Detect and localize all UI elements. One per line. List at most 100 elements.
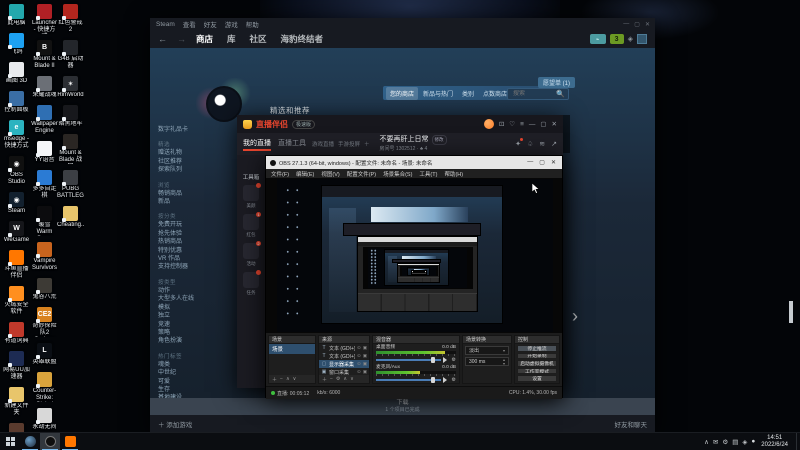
steam-nav-tab[interactable]: 社区 — [250, 33, 267, 45]
forward-arrow-button[interactable]: → — [177, 34, 186, 44]
desktop-icon[interactable]: 荣耀战魂 — [31, 76, 58, 99]
douyu-tab[interactable]: 我的直播 — [243, 138, 271, 151]
desktop-icon[interactable]: Vampire Survivors — [31, 242, 58, 272]
transition-select[interactable]: 淡出 ▾ — [465, 346, 509, 355]
desktop-icon[interactable]: 新建文件夹 — [3, 387, 30, 417]
desktop-icon[interactable]: Counter-Strike: Global Off.. — [31, 372, 58, 402]
douyu-tab[interactable]: 直播工具 — [278, 138, 306, 151]
window-control-button[interactable]: — — [623, 21, 629, 28]
favorite-icon[interactable]: ♡ — [509, 120, 515, 128]
obs-menu-item[interactable]: 场景集合(S) — [383, 170, 412, 178]
steam-download-bar[interactable]: 下载 1 个项目已完成 — [150, 398, 655, 415]
streamer-avatar[interactable] — [483, 119, 494, 129]
scene-item[interactable]: 场景 — [269, 344, 315, 354]
obs-control-button[interactable]: 停止推流 — [517, 345, 557, 352]
volume-slider[interactable] — [376, 356, 441, 363]
scenes-toolbar-button[interactable]: ∨ — [293, 376, 297, 382]
desktop-icon[interactable]: 多多自走棋 — [31, 170, 58, 200]
desktop-icon[interactable]: L 英雄联盟 — [31, 343, 58, 366]
window-control-button[interactable]: ▢ — [634, 21, 640, 28]
show-desktop-button[interactable] — [796, 432, 800, 450]
desktop-icon[interactable]: 飞鸽 — [3, 33, 30, 56]
obs-menu-item[interactable]: 文件(F) — [271, 170, 289, 178]
douyu-mode-chip[interactable]: 游戏直播 — [312, 140, 334, 148]
desktop-icon[interactable]: 火绒安全软件 — [3, 286, 30, 316]
toolbox-item-icon[interactable]: 2 — [243, 241, 261, 259]
visibility-eye-icon[interactable]: ⊙ — [357, 353, 361, 359]
tray-alert-icon[interactable]: ● — [751, 438, 755, 445]
douyu-mode-chip[interactable]: 手游投屏 — [338, 140, 360, 148]
desktop-icon[interactable]: PUBG BATTLEGR.. — [57, 170, 84, 200]
source-item[interactable]: T 文本 (GDI+) ⊙ ▣ — [319, 352, 369, 360]
desktop-icon[interactable]: e msedge - 快捷方式 — [3, 120, 30, 150]
window-control-button[interactable]: ✕ — [645, 21, 650, 28]
obs-control-button[interactable]: 开始录制 — [517, 352, 557, 360]
lock-icon[interactable]: ▣ — [363, 361, 367, 367]
add-game-button[interactable]: ＋ 添加游戏 — [158, 419, 192, 429]
lock-icon[interactable]: ▣ — [363, 345, 367, 351]
obs-menu-item[interactable]: 编辑(E) — [296, 170, 314, 178]
steam-nav-tab[interactable]: 库 — [227, 33, 236, 45]
danmu-icon[interactable]: ≋ — [539, 140, 545, 148]
big-picture-button[interactable]: ⌁ — [589, 34, 606, 44]
desktop-icon[interactable]: Mount & Blade 战团 — [57, 134, 84, 164]
desktop-icon[interactable]: YY语音 — [31, 141, 58, 164]
obs-control-button[interactable]: 启动虚拟摄像机 — [517, 360, 557, 367]
back-arrow-button[interactable]: ← — [158, 34, 167, 44]
desktop-icon[interactable]: Launcher - 快捷方式 — [31, 4, 58, 34]
desktop-icon[interactable]: B Mount & Blade II — [31, 40, 58, 70]
obs-preview-canvas[interactable] — [266, 178, 562, 333]
taskbar-app-obs[interactable] — [40, 432, 60, 450]
desktop-icon[interactable]: 控制面板 — [3, 91, 30, 114]
speaker-icon[interactable] — [442, 356, 450, 363]
desktop-icon[interactable]: Wallpaper Engine — [31, 105, 58, 135]
desktop-icon[interactable]: 此电脑 — [3, 4, 30, 27]
volume-slider[interactable] — [376, 376, 441, 383]
speaker-icon[interactable] — [442, 376, 450, 383]
toolbox-item-icon[interactable] — [243, 183, 261, 201]
channel-gear-icon[interactable]: ⚙ — [452, 377, 456, 383]
taskbar-app-douyu[interactable] — [60, 433, 80, 450]
sources-toolbar-button[interactable]: − — [330, 376, 333, 382]
lock-icon[interactable]: ▣ — [363, 369, 367, 375]
tray-icon[interactable]: ⚙ — [722, 438, 728, 446]
minimize-button[interactable]: — — [527, 159, 533, 166]
sources-toolbar-button[interactable]: ＋ — [322, 376, 327, 383]
toolbox-item-icon[interactable] — [243, 270, 261, 288]
steam-nav-tab[interactable]: 商店 — [196, 33, 213, 45]
start-button[interactable] — [0, 433, 20, 450]
scenes-toolbar-button[interactable]: ＋ — [272, 376, 277, 383]
transition-duration-spinner[interactable]: 300 ms ▴ ▾ — [465, 357, 509, 366]
tray-icon[interactable]: ▤ — [732, 438, 738, 446]
desktop-icon[interactable]: 画图 3D — [3, 62, 30, 85]
downloads-badge-button[interactable]: 3 — [609, 34, 624, 44]
steam-menu-item[interactable]: 帮助 — [246, 19, 259, 29]
carousel-next-arrow[interactable]: › — [572, 306, 578, 327]
desktop-icon[interactable]: CE2 奇妙探险队2 Curious E.. — [31, 307, 58, 337]
desktop-icon[interactable]: 斗鱼直播伴侣 — [3, 250, 30, 280]
source-item[interactable]: ▢ 显示器采集 ⊙ ▣ — [319, 360, 369, 368]
maximize-button[interactable]: ▢ — [539, 159, 545, 166]
visibility-eye-icon[interactable]: ⊙ — [357, 369, 361, 375]
steam-nav-tab[interactable]: 海豹终结者 — [281, 33, 324, 45]
friends-chat-button[interactable]: 好友和聊天 — [615, 419, 648, 429]
notifications-bell-icon[interactable]: ◈ — [628, 35, 633, 43]
obs-menu-item[interactable]: 配置文件(P) — [347, 170, 376, 178]
steam-menu-item[interactable]: 好友 — [204, 19, 217, 29]
share-icon[interactable]: ↗ — [551, 140, 557, 148]
desktop-icon[interactable]: 鬼谷八荒 — [31, 278, 58, 301]
taskbar-clock[interactable]: 14:51 2022/6/24 — [761, 435, 788, 449]
minimize-button[interactable]: — — [529, 121, 536, 128]
maximize-button[interactable]: ▢ — [540, 120, 546, 128]
tray-icon[interactable]: ◈ — [742, 438, 747, 446]
mini-window-icon[interactable]: ⊡ — [499, 120, 504, 128]
obs-menu-item[interactable]: 视图(V) — [321, 170, 339, 178]
obs-control-button[interactable]: 设置 — [517, 375, 557, 382]
obs-control-button[interactable]: 工作室模式 — [517, 367, 557, 375]
desktop-icon[interactable]: 暗黑地牢 — [57, 105, 84, 128]
wishlist-button[interactable]: 愿望单 (1) — [538, 77, 576, 88]
desktop-icon[interactable]: ◉ Steam — [3, 192, 30, 215]
source-item[interactable]: ▣ 窗口采集 ⊙ ▣ — [319, 368, 369, 375]
edit-title-button[interactable]: 修改 — [431, 135, 447, 145]
sources-toolbar-button[interactable]: ⚙ — [336, 376, 340, 382]
